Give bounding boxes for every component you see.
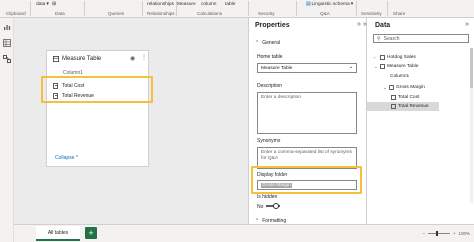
new-table-button[interactable]: table — [225, 2, 235, 7]
home-table-select[interactable]: Measure Table ⌄ — [257, 63, 357, 73]
properties-title: Properties — [255, 22, 290, 29]
is-hidden-toggle[interactable] — [266, 203, 280, 209]
display-folder-label: Display folder — [257, 172, 288, 178]
data-title: Data — [375, 22, 391, 29]
collapse-data-pane-icon[interactable]: » — [465, 21, 469, 28]
linguistic-schema-button[interactable]: ▤ Linguistic schema ▾ — [306, 2, 353, 7]
group-share: Share — [393, 11, 406, 16]
is-hidden-value: No — [257, 204, 264, 210]
group-queries: Queries — [108, 11, 125, 16]
chevron-down-icon: ⌄ — [374, 63, 378, 69]
group-data: Data — [55, 11, 65, 16]
search-icon: ⚲ — [377, 35, 381, 42]
collapse-link[interactable]: Collapse ^ — [55, 155, 78, 161]
tree-item-measure-table[interactable]: ⌄ Measure Table — [374, 62, 418, 71]
synonyms-label: Synonyms — [257, 138, 281, 144]
calculator-icon — [391, 95, 396, 100]
report-view-icon[interactable] — [3, 23, 11, 31]
tab-all-tables[interactable]: All tables — [36, 226, 80, 241]
divider — [142, 1, 143, 16]
view-rail — [0, 18, 14, 242]
search-input[interactable]: ⚲ Search — [373, 34, 469, 43]
zoom-control[interactable]: − + 100% — [422, 231, 470, 236]
group-security: Security — [258, 11, 275, 16]
more-options-icon[interactable]: ⋮ — [141, 54, 147, 61]
expand-pane-icon[interactable]: » — [363, 21, 367, 28]
description-field[interactable]: Enter a description — [257, 92, 357, 134]
card-title: Measure Table — [62, 56, 102, 62]
relationships-label[interactable]: relationships — [147, 2, 174, 7]
calculator-icon — [53, 83, 58, 89]
is-hidden-label: Is hidden — [257, 194, 278, 200]
scrollbar[interactable] — [470, 48, 473, 203]
divider — [296, 1, 297, 16]
group-calculations: Calculations — [197, 11, 223, 16]
chevron-down-icon: ⌄ — [348, 65, 353, 70]
add-tab-button[interactable]: + — [85, 227, 97, 239]
calculator-icon — [391, 104, 396, 109]
tab-bar: All tables + − + 100% — [14, 224, 474, 242]
ribbon: data ▾ ⊞ relationships Measure column tab… — [0, 0, 474, 18]
new-measure-button[interactable]: Measure — [177, 2, 196, 7]
collapse-pane-icon[interactable]: » — [357, 21, 361, 28]
divider — [387, 1, 388, 16]
zoom-out-icon: − — [422, 231, 425, 236]
chevron-down-icon: ⌄ — [383, 84, 387, 90]
tree-item-total-cost[interactable]: Total Cost — [391, 93, 419, 102]
chevron-right-icon: › — [374, 55, 376, 60]
home-table-label: Home table — [257, 54, 283, 60]
divider — [176, 1, 177, 16]
table-icon — [380, 64, 385, 69]
tree-item-gross-margin[interactable]: ⌄ Gross Margin — [383, 83, 425, 92]
visibility-icon[interactable]: ◉ — [130, 55, 135, 62]
divider — [248, 1, 249, 16]
divider — [356, 1, 357, 16]
group-sensitivity: Sensitivity — [361, 11, 382, 16]
ribbon-glyph-icon[interactable]: ⊞ — [52, 2, 56, 7]
measure-item[interactable]: Total Cost — [53, 81, 84, 91]
tree-item-total-revenue[interactable]: Total Revenue — [391, 102, 429, 111]
column-item[interactable]: Column1 — [63, 70, 83, 76]
divider — [30, 1, 31, 16]
divider — [84, 1, 85, 16]
data-dropdown[interactable]: data ▾ — [36, 2, 49, 7]
group-relationships: Relationships — [147, 11, 175, 16]
tree-item-hotdog-sales[interactable]: › Hotdog Sales — [374, 53, 416, 62]
zoom-in-icon: + — [452, 231, 456, 236]
display-folder-field[interactable]: Gross Margin — [257, 180, 357, 190]
data-pane: » Data » ⚲ Search — [363, 18, 474, 224]
model-view-icon[interactable] — [3, 55, 11, 63]
zoom-value: 100% — [458, 231, 470, 236]
measure-table-card[interactable]: Measure Table ◉ ⋮ Column1 Total Cost Tot… — [46, 50, 149, 167]
properties-pane: Properties » ⌃ General Home table Measure… — [248, 18, 366, 224]
table-view-icon[interactable] — [3, 39, 11, 47]
table-icon — [53, 56, 59, 62]
measure-item[interactable]: Total Revenue — [53, 91, 94, 101]
tree-item-column1[interactable]: Column1 — [390, 72, 409, 81]
folder-icon — [389, 85, 394, 90]
group-clipboard: Clipboard — [6, 11, 26, 16]
new-column-button[interactable]: column — [201, 2, 216, 7]
chevron-up-icon: ⌃ — [255, 40, 260, 46]
calculator-icon — [53, 93, 58, 99]
synonyms-field[interactable]: Enter a comma-separated list of synonyms… — [257, 147, 357, 169]
general-section-header[interactable]: ⌃ General — [255, 40, 280, 46]
table-icon — [380, 55, 385, 60]
card-header: Measure Table ◉ ⋮ — [47, 51, 148, 67]
group-qa: Q&A — [320, 11, 330, 16]
description-label: Description — [257, 83, 283, 89]
